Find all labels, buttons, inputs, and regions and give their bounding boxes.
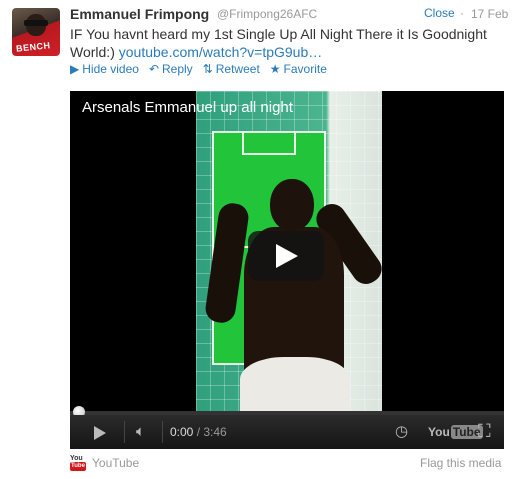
youtube-icon-tube: Tube — [70, 462, 86, 471]
avatar[interactable]: BENCH — [12, 8, 60, 56]
retweet-label: Retweet — [215, 62, 260, 76]
media-source[interactable]: You Tube YouTube — [70, 455, 139, 471]
video-icon: ▶︎ — [70, 62, 80, 76]
star-icon: ★ — [269, 62, 281, 76]
favorite-button[interactable]: ★ Favorite — [270, 62, 327, 76]
flag-media-link[interactable]: Flag this media — [420, 456, 501, 470]
control-divider — [162, 421, 163, 443]
big-play-button[interactable] — [248, 231, 324, 281]
tweet-date[interactable]: 17 Feb — [471, 7, 508, 21]
youtube-icon-you: You — [70, 455, 83, 462]
current-time: 0:00 — [170, 425, 194, 439]
video-title[interactable]: Arsenals Emmanuel up all night — [82, 99, 293, 116]
tweet-actions: ▶︎ Hide video ↶ Reply ⇅ Retweet ★ Favori… — [70, 62, 327, 76]
reply-icon: ↶ — [148, 62, 159, 76]
youtube-icon: You Tube — [70, 455, 86, 471]
hide-video-label: Hide video — [82, 62, 139, 76]
separator-dot: · — [460, 6, 464, 20]
avatar-shirt-text: BENCH — [15, 40, 51, 54]
hide-video-button[interactable]: ▶︎ Hide video — [70, 62, 139, 76]
volume-icon[interactable]: 🔈︎ — [136, 423, 145, 440]
player-controls: 🔈︎ 0:00 / 3:46 ◷ You Tube ⛶ — [70, 415, 504, 449]
reply-label: Reply — [162, 62, 193, 76]
close-link[interactable]: Close — [424, 6, 455, 20]
user-name[interactable]: Emmanuel Frimpong — [70, 6, 209, 22]
watch-later-icon[interactable]: ◷ — [395, 422, 408, 440]
favorite-label: Favorite — [283, 62, 327, 76]
person-towel — [240, 357, 350, 413]
avatar-sunglasses — [24, 20, 48, 26]
media-source-label: YouTube — [92, 456, 140, 470]
person-head — [270, 179, 314, 231]
retweet-button[interactable]: ⇅ Retweet — [203, 62, 260, 76]
play-icon — [276, 244, 298, 268]
play-pause-icon[interactable] — [94, 426, 106, 440]
duration: / 3:46 — [196, 425, 227, 439]
youtube-logo-you: You — [428, 425, 450, 439]
retweet-icon: ⇅ — [202, 62, 213, 76]
user-handle[interactable]: @Frimpong26AFC — [217, 7, 317, 21]
tweet-text: IF You havnt heard my 1st Single Up All … — [70, 25, 510, 61]
youtube-logo-button[interactable]: You Tube — [428, 425, 483, 439]
video-person — [203, 179, 388, 413]
pitch-penalty-box — [242, 131, 296, 155]
video-player[interactable]: Arsenals Emmanuel up all night 🔈︎ 0:00 /… — [70, 91, 504, 449]
reply-button[interactable]: ↶ Reply — [149, 62, 193, 76]
tweet-link[interactable]: youtube.com/watch?v=tpG9ub… — [119, 44, 323, 60]
time-display: 0:00 / 3:46 — [170, 425, 227, 439]
control-divider — [124, 421, 125, 443]
fullscreen-icon[interactable]: ⛶ — [478, 421, 491, 442]
